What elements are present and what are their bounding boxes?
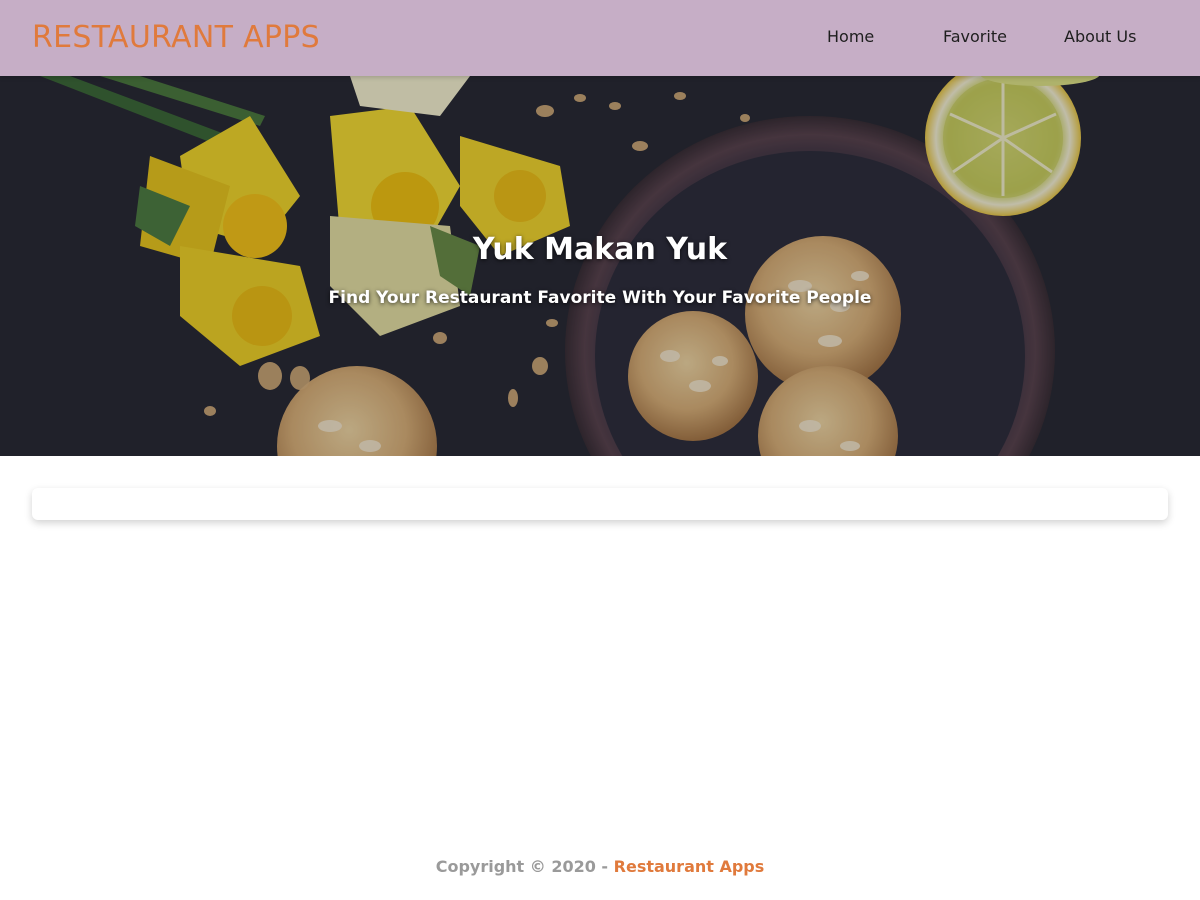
hero-title: Yuk Makan Yuk <box>472 232 728 267</box>
nav-home-link[interactable]: Home <box>827 24 874 50</box>
nav-about-us-link[interactable]: About Us <box>1064 24 1136 50</box>
restaurant-list-card <box>32 488 1168 520</box>
brand-logo-link[interactable]: RESTAURANT APPS <box>32 18 320 58</box>
hero-subtitle: Find Your Restaurant Favorite With Your … <box>328 288 872 308</box>
nav-favorite-link[interactable]: Favorite <box>943 24 1007 50</box>
footer-brand-link[interactable]: Restaurant Apps <box>614 857 765 876</box>
app-header: RESTAURANT APPS Home Favorite About Us <box>0 0 1200 76</box>
hero-banner: Yuk Makan Yuk Find Your Restaurant Favor… <box>0 76 1200 456</box>
footer-copyright-text: Copyright © 2020 - <box>435 857 614 876</box>
footer: Copyright © 2020 - Restaurant Apps <box>0 856 1200 878</box>
